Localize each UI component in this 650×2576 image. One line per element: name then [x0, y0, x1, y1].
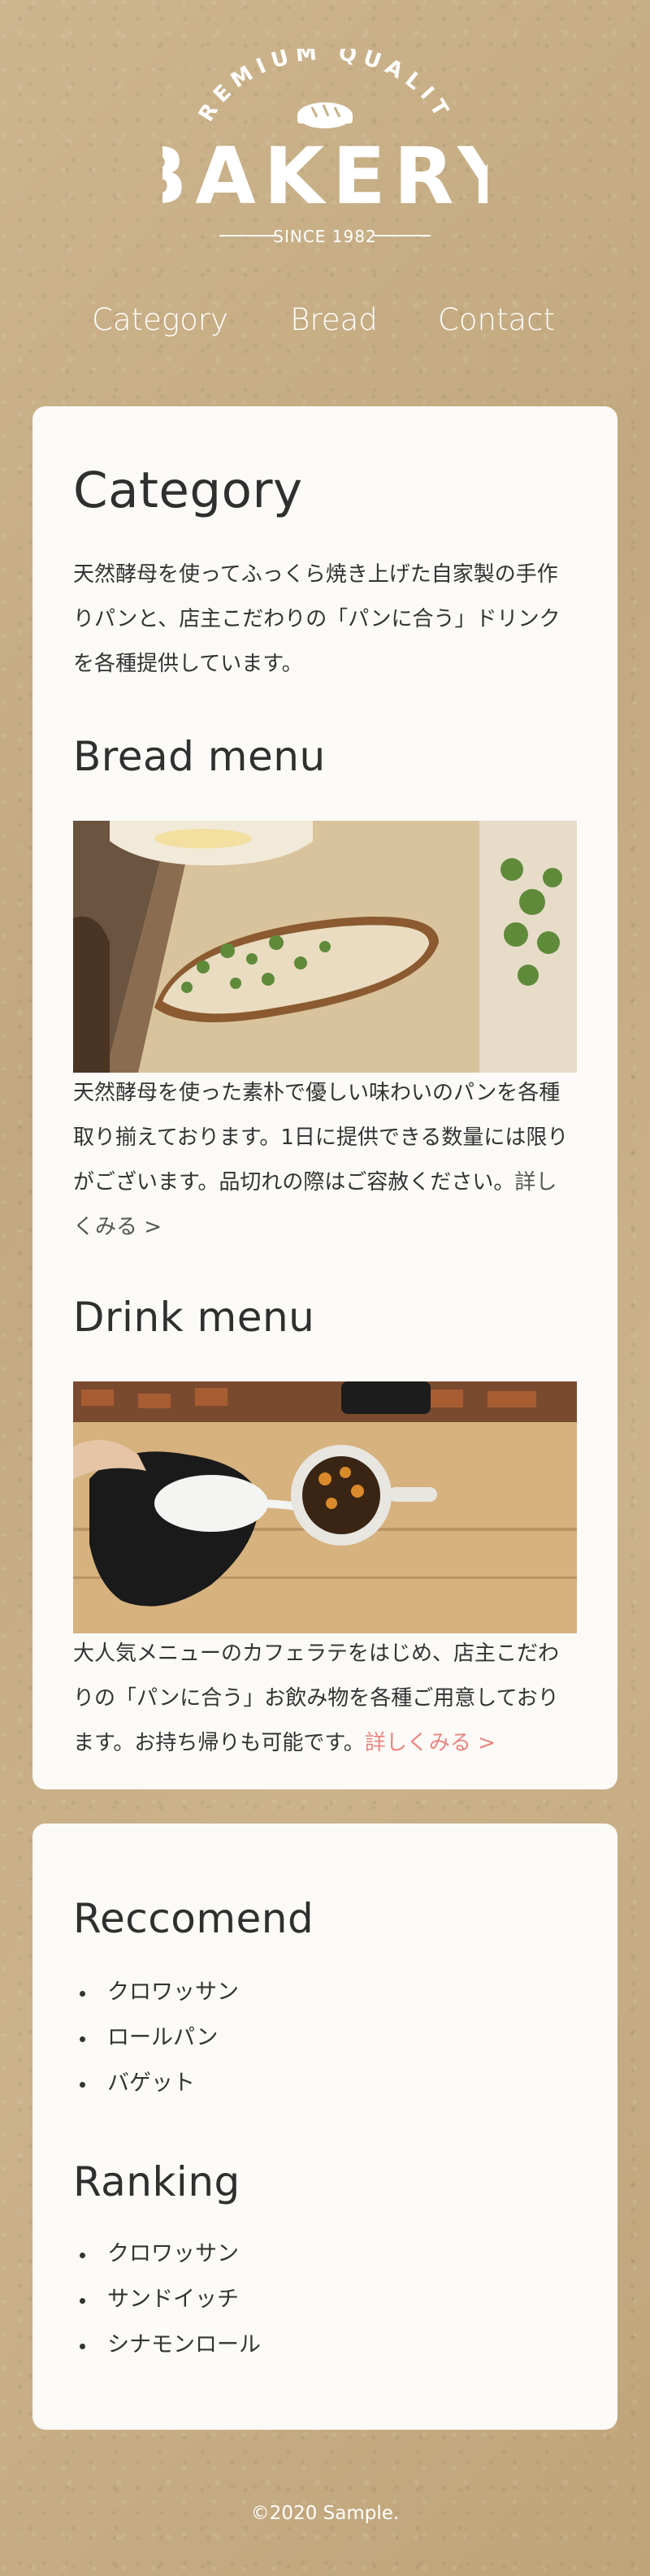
- list-item: ロールパン: [73, 2015, 239, 2061]
- category-card: Category 天然酵母を使ってふっくら焼き上げた自家製の手作りパンと、店主こ…: [32, 406, 618, 1789]
- bread-menu-text: 天然酵母を使った素朴で優しい味わいのパンを各種取り揃えております。1日に提供でき…: [73, 1071, 577, 1250]
- drink-menu-title: Drink menu: [73, 1294, 315, 1341]
- list-item: シナモンロール: [73, 2322, 261, 2368]
- nav-bread-link[interactable]: Bread: [277, 302, 391, 337]
- ranking-title: Ranking: [73, 2158, 240, 2205]
- logo-since: SINCE 1982: [273, 227, 376, 246]
- category-title: Category: [73, 462, 303, 519]
- list-item: バゲット: [73, 2061, 239, 2106]
- list-item: クロワッサン: [73, 2231, 261, 2277]
- nav-contact-link[interactable]: Contact: [423, 302, 570, 337]
- site-header: PREMIUM QUALITY BAKERY SINCE 1982 Catego…: [0, 0, 650, 382]
- bakery-logo[interactable]: PREMIUM QUALITY BAKERY SINCE 1982: [0, 49, 650, 260]
- logo-wordmark: BAKERY: [162, 131, 488, 222]
- main-nav: Category Bread Contact: [0, 302, 650, 337]
- bread-menu-title: Bread menu: [73, 733, 326, 780]
- bread-icon: [297, 102, 353, 128]
- footer-copyright: ©2020 Sample.: [250, 2503, 400, 2524]
- category-intro: 天然酵母を使ってふっくら焼き上げた自家製の手作りパンと、店主こだわりの「パンに合…: [73, 562, 561, 676]
- sidebar-card: Reccomend クロワッサン ロールパン バゲット Ranking クロワッ…: [32, 1824, 618, 2430]
- list-item: サンドイッチ: [73, 2277, 261, 2322]
- list-item: クロワッサン: [73, 1970, 239, 2015]
- drink-menu-text: 大人気メニューのカフェラテをはじめ、店主こだわりの「パンに合う」お飲み物を各種ご…: [73, 1632, 577, 1766]
- drink-photo: [73, 1381, 577, 1633]
- bread-photo: [73, 821, 577, 1073]
- ranking-list: クロワッサン サンドイッチ シナモンロール: [73, 2231, 261, 2368]
- recommend-list: クロワッサン ロールパン バゲット: [73, 1970, 239, 2106]
- bread-menu-description: 天然酵母を使った素朴で優しい味わいのパンを各種取り揃えております。1日に提供でき…: [73, 1081, 569, 1195]
- recommend-title: Reccomend: [73, 1895, 314, 1942]
- nav-category-link[interactable]: Category: [80, 302, 240, 337]
- drink-more-link[interactable]: 詳しくみる >: [365, 1731, 496, 1755]
